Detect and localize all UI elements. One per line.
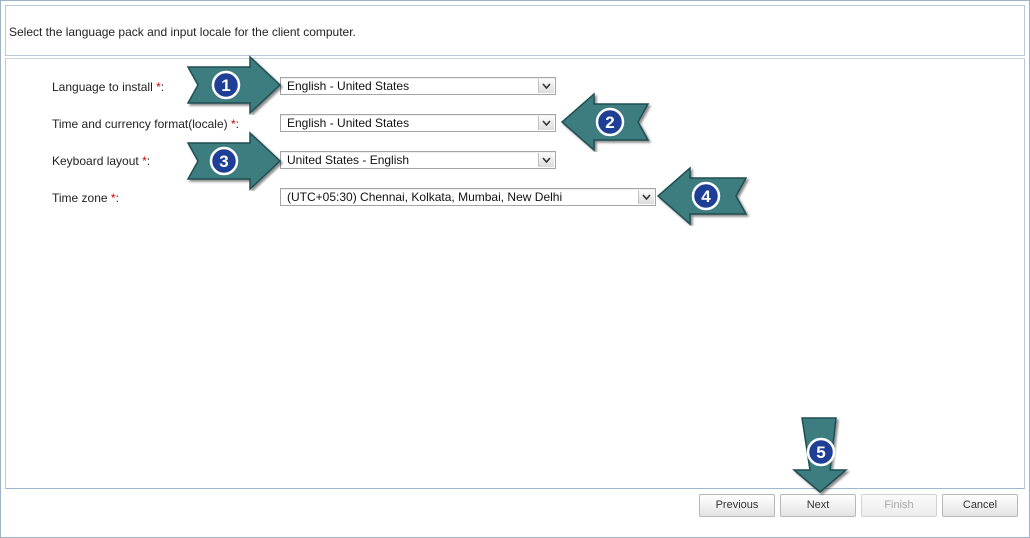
callout-arrow-5: 5 xyxy=(791,417,849,493)
previous-button[interactable]: Previous xyxy=(699,494,775,517)
callout-arrow-2: 2 xyxy=(560,92,650,152)
chevron-down-icon[interactable] xyxy=(538,153,554,167)
instruction-text: Select the language pack and input local… xyxy=(9,25,356,39)
locale-select-value: English - United States xyxy=(287,116,410,130)
callout-number-1: 1 xyxy=(221,76,230,95)
callout-arrow-3: 3 xyxy=(186,131,282,191)
timezone-label: Time zone *: xyxy=(52,191,119,205)
wizard-window: Select the language pack and input local… xyxy=(0,0,1030,538)
keyboard-label: Keyboard layout *: xyxy=(52,154,151,168)
language-select-value: English - United States xyxy=(287,79,410,93)
callout-number-2: 2 xyxy=(605,113,614,132)
finish-button: Finish xyxy=(861,494,937,517)
chevron-down-icon[interactable] xyxy=(538,116,554,130)
chevron-down-icon[interactable] xyxy=(538,79,554,93)
language-select[interactable]: English - United States xyxy=(280,77,556,95)
locale-label: Time and currency format(locale) *: xyxy=(52,117,239,131)
next-button[interactable]: Next xyxy=(780,494,856,517)
timezone-select[interactable]: (UTC+05:30) Chennai, Kolkata, Mumbai, Ne… xyxy=(280,188,656,206)
keyboard-select-value: United States - English xyxy=(287,153,410,167)
callout-number-3: 3 xyxy=(219,152,228,171)
instruction-panel: Select the language pack and input local… xyxy=(5,5,1025,56)
callout-arrow-1: 1 xyxy=(186,55,282,115)
keyboard-select[interactable]: United States - English xyxy=(280,151,556,169)
cancel-button[interactable]: Cancel xyxy=(942,494,1018,517)
callout-arrow-4: 4 xyxy=(656,166,748,226)
callout-number-4: 4 xyxy=(701,187,711,206)
callout-number-5: 5 xyxy=(816,443,825,462)
locale-select[interactable]: English - United States xyxy=(280,114,556,132)
timezone-select-value: (UTC+05:30) Chennai, Kolkata, Mumbai, Ne… xyxy=(287,190,563,204)
language-label: Language to install *: xyxy=(52,80,165,94)
